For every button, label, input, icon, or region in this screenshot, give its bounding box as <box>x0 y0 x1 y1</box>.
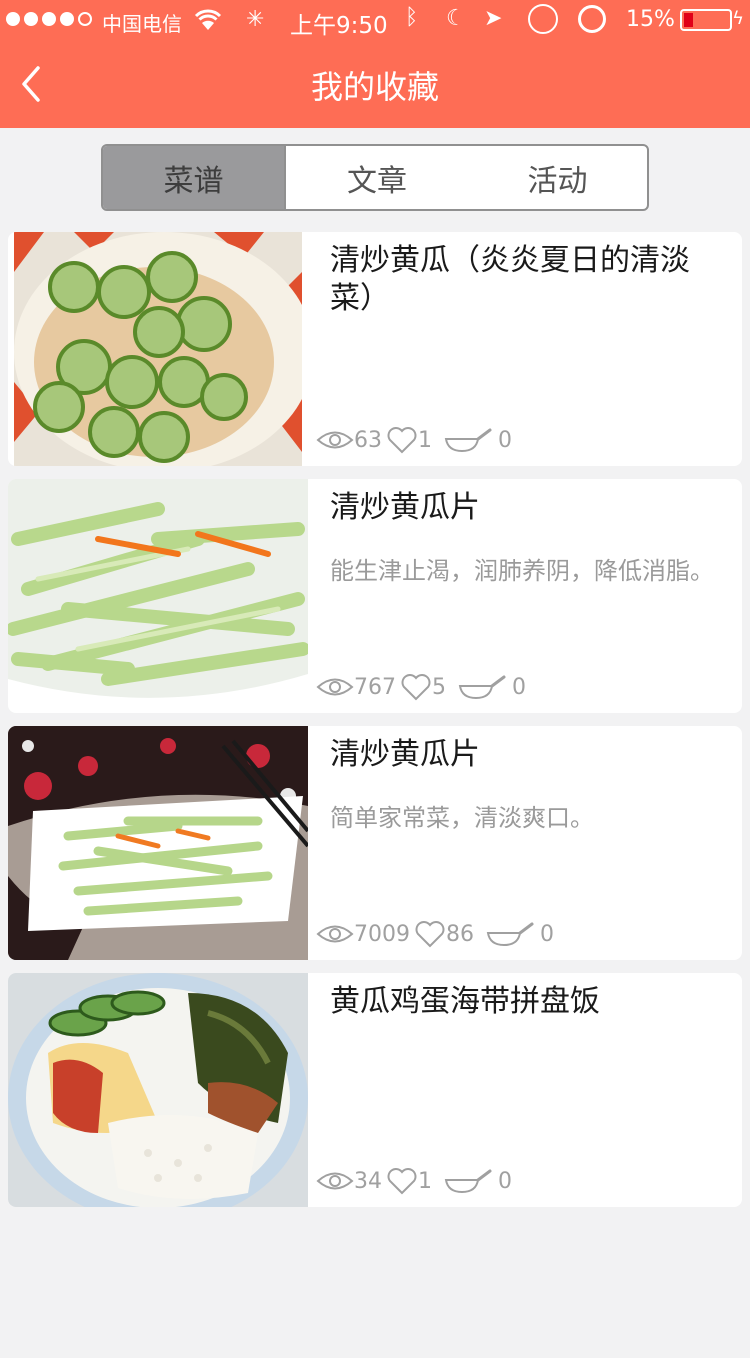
pan-icon <box>486 922 534 947</box>
do-not-disturb-icon: ☾ <box>446 6 466 31</box>
recipe-thumbnail <box>8 726 308 960</box>
recipe-stats: 63 1 0 <box>316 426 516 454</box>
eye-icon <box>316 431 354 449</box>
tab-recipes[interactable]: 菜谱 <box>103 146 286 209</box>
recipe-thumbnail <box>8 973 308 1207</box>
recipe-card[interactable]: 清炒黄瓜（炎炎夏日的清淡菜） 63 1 0 <box>8 232 742 466</box>
location-icon: ➤ <box>484 6 503 31</box>
cooked-count: 0 <box>540 921 554 947</box>
cooked-count: 0 <box>498 1168 512 1194</box>
heart-icon[interactable] <box>386 426 418 454</box>
signal-strength-icon <box>6 12 92 26</box>
recipe-stats: 34 1 0 <box>316 1167 516 1195</box>
pan-icon <box>444 428 492 453</box>
recipe-description: 简单家常菜，清淡爽口。 <box>330 804 594 832</box>
recipe-title: 清炒黄瓜（炎炎夏日的清淡菜） <box>330 243 690 316</box>
recipe-description: 能生津止渴，润肺养阴，降低消脂。 <box>330 557 714 585</box>
tab-articles[interactable]: 文章 <box>286 146 468 209</box>
category-tabs: 菜谱 文章 活动 <box>101 144 649 211</box>
recipe-card[interactable]: 黄瓜鸡蛋海带拼盘饭 34 1 0 <box>8 973 742 1207</box>
navigation-bar: 我的收藏 <box>0 40 750 128</box>
recipe-card[interactable]: 清炒黄瓜片 简单家常菜，清淡爽口。 7009 86 0 <box>8 726 742 960</box>
pan-icon <box>444 1169 492 1194</box>
likes-count: 5 <box>432 674 446 700</box>
likes-count: 86 <box>446 921 474 947</box>
recipe-title: 清炒黄瓜片 <box>330 737 480 772</box>
carrier-name: 中国电信 <box>102 12 182 36</box>
recipe-thumbnail <box>8 479 308 713</box>
heart-icon[interactable] <box>386 1167 418 1195</box>
eye-icon <box>316 678 354 696</box>
cooked-count: 0 <box>512 674 526 700</box>
recipe-stats: 7009 86 0 <box>316 920 558 948</box>
alarm-icon <box>578 5 606 33</box>
heart-icon[interactable] <box>414 920 446 948</box>
tab-events[interactable]: 活动 <box>468 146 647 209</box>
page-title: 我的收藏 <box>310 68 439 106</box>
pan-icon <box>458 675 506 700</box>
likes-count: 1 <box>418 427 432 453</box>
activity-icon: ✳ <box>246 7 265 32</box>
status-bar: 中国电信 ✳ 上午9:50 ᛒ ☾ ➤ 15% ϟ <box>0 0 750 40</box>
battery-icon: ϟ <box>680 8 744 31</box>
views-count: 767 <box>354 674 396 700</box>
eye-icon <box>316 925 354 943</box>
heart-icon[interactable] <box>400 673 432 701</box>
status-time: 上午9:50 <box>290 13 388 39</box>
recipe-stats: 767 5 0 <box>316 673 530 701</box>
recipe-title: 黄瓜鸡蛋海带拼盘饭 <box>330 984 600 1019</box>
rotation-lock-icon <box>528 4 558 34</box>
views-count: 34 <box>354 1168 382 1194</box>
eye-icon <box>316 1172 354 1190</box>
likes-count: 1 <box>418 1168 432 1194</box>
cooked-count: 0 <box>498 427 512 453</box>
recipe-thumbnail <box>14 232 302 466</box>
views-count: 63 <box>354 427 382 453</box>
recipe-card[interactable]: 清炒黄瓜片 能生津止渴，润肺养阴，降低消脂。 767 5 0 <box>8 479 742 713</box>
battery-percentage: 15% <box>626 7 675 32</box>
views-count: 7009 <box>354 921 410 947</box>
recipe-title: 清炒黄瓜片 <box>330 490 480 525</box>
bluetooth-icon: ᛒ <box>405 5 419 30</box>
wifi-icon <box>192 6 224 38</box>
